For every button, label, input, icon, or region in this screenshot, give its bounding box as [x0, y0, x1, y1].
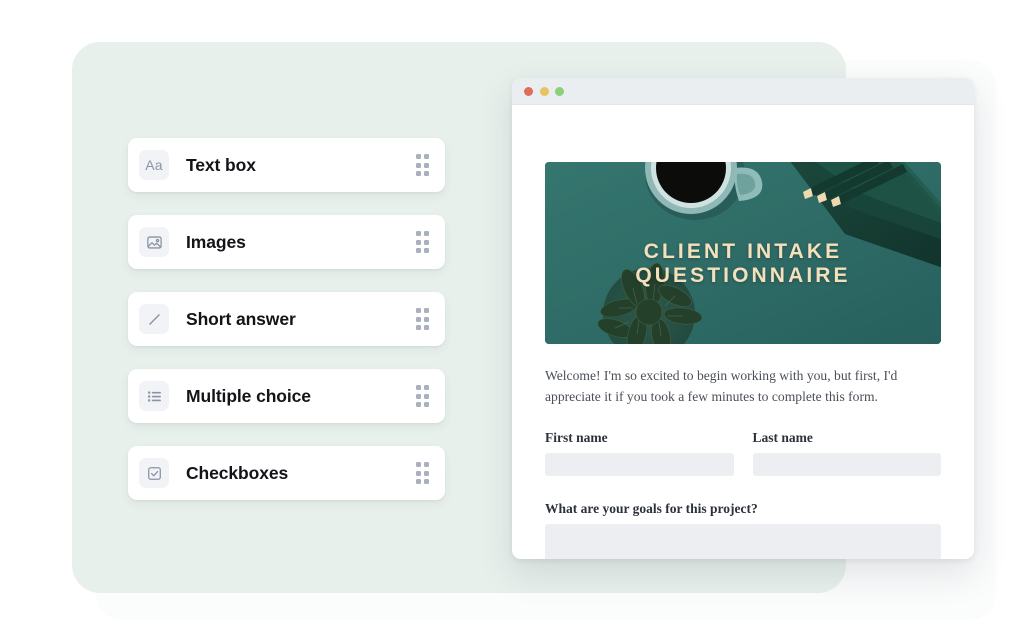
block-card-label: Multiple choice: [186, 385, 311, 406]
drag-handle-icon[interactable]: [415, 154, 429, 176]
goals-textarea[interactable]: [545, 524, 941, 559]
form-body: Welcome! I'm so excited to begin working…: [545, 366, 941, 559]
minimize-dot[interactable]: [539, 86, 549, 96]
bulleted-list-icon: [139, 381, 169, 411]
last-name-input[interactable]: [752, 453, 941, 477]
maximize-dot[interactable]: [555, 86, 564, 96]
block-library-list: Aa Text box Images Short answer Multiple…: [128, 138, 445, 500]
block-card-label: Short answer: [186, 308, 296, 329]
image-icon: [139, 227, 169, 257]
hero-title-line-2: QUESTIONNAIRE: [635, 263, 851, 287]
drag-handle-icon[interactable]: [415, 385, 429, 407]
block-card-label: Images: [186, 231, 246, 252]
drag-handle-icon[interactable]: [415, 308, 429, 330]
first-name-input[interactable]: [545, 453, 734, 477]
block-card-multiple-choice[interactable]: Multiple choice: [128, 369, 445, 423]
text-format-icon: Aa: [139, 150, 169, 180]
drag-handle-icon[interactable]: [415, 462, 429, 484]
block-card-label: Text box: [186, 154, 256, 175]
hero-title: CLIENT INTAKE QUESTIONNAIRE: [545, 240, 941, 287]
welcome-text: Welcome! I'm so excited to begin working…: [545, 368, 898, 404]
last-name-label: Last name: [752, 430, 813, 446]
browser-titlebar: [512, 78, 974, 105]
hero-title-line-1: CLIENT INTAKE: [643, 240, 843, 263]
close-dot[interactable]: [524, 86, 533, 96]
drag-handle-icon[interactable]: [415, 231, 429, 253]
form-preview-viewport: CLIENT INTAKE QUESTIONNAIRE Welcome! I'm…: [512, 105, 974, 559]
goals-field-group: What are your goals for this project?: [545, 501, 941, 559]
first-name-label: First name: [545, 430, 608, 446]
first-name-field-group: First name: [545, 430, 734, 477]
last-name-field-group: Last name: [752, 430, 941, 477]
goals-label: What are your goals for this project?: [545, 501, 758, 517]
browser-window: CLIENT INTAKE QUESTIONNAIRE Welcome! I'm…: [512, 78, 974, 559]
block-card-short-answer[interactable]: Short answer: [128, 292, 445, 346]
block-card-text-box[interactable]: Aa Text box: [128, 138, 445, 192]
pencil-icon: [139, 304, 169, 334]
block-card-images[interactable]: Images: [128, 215, 445, 269]
block-card-label: Checkboxes: [186, 462, 289, 483]
name-field-row: First name Last name: [545, 430, 941, 477]
block-card-checkboxes[interactable]: Checkboxes: [128, 446, 445, 500]
hero-banner-image: CLIENT INTAKE QUESTIONNAIRE: [545, 162, 941, 344]
checkbox-checked-icon: [139, 458, 169, 488]
